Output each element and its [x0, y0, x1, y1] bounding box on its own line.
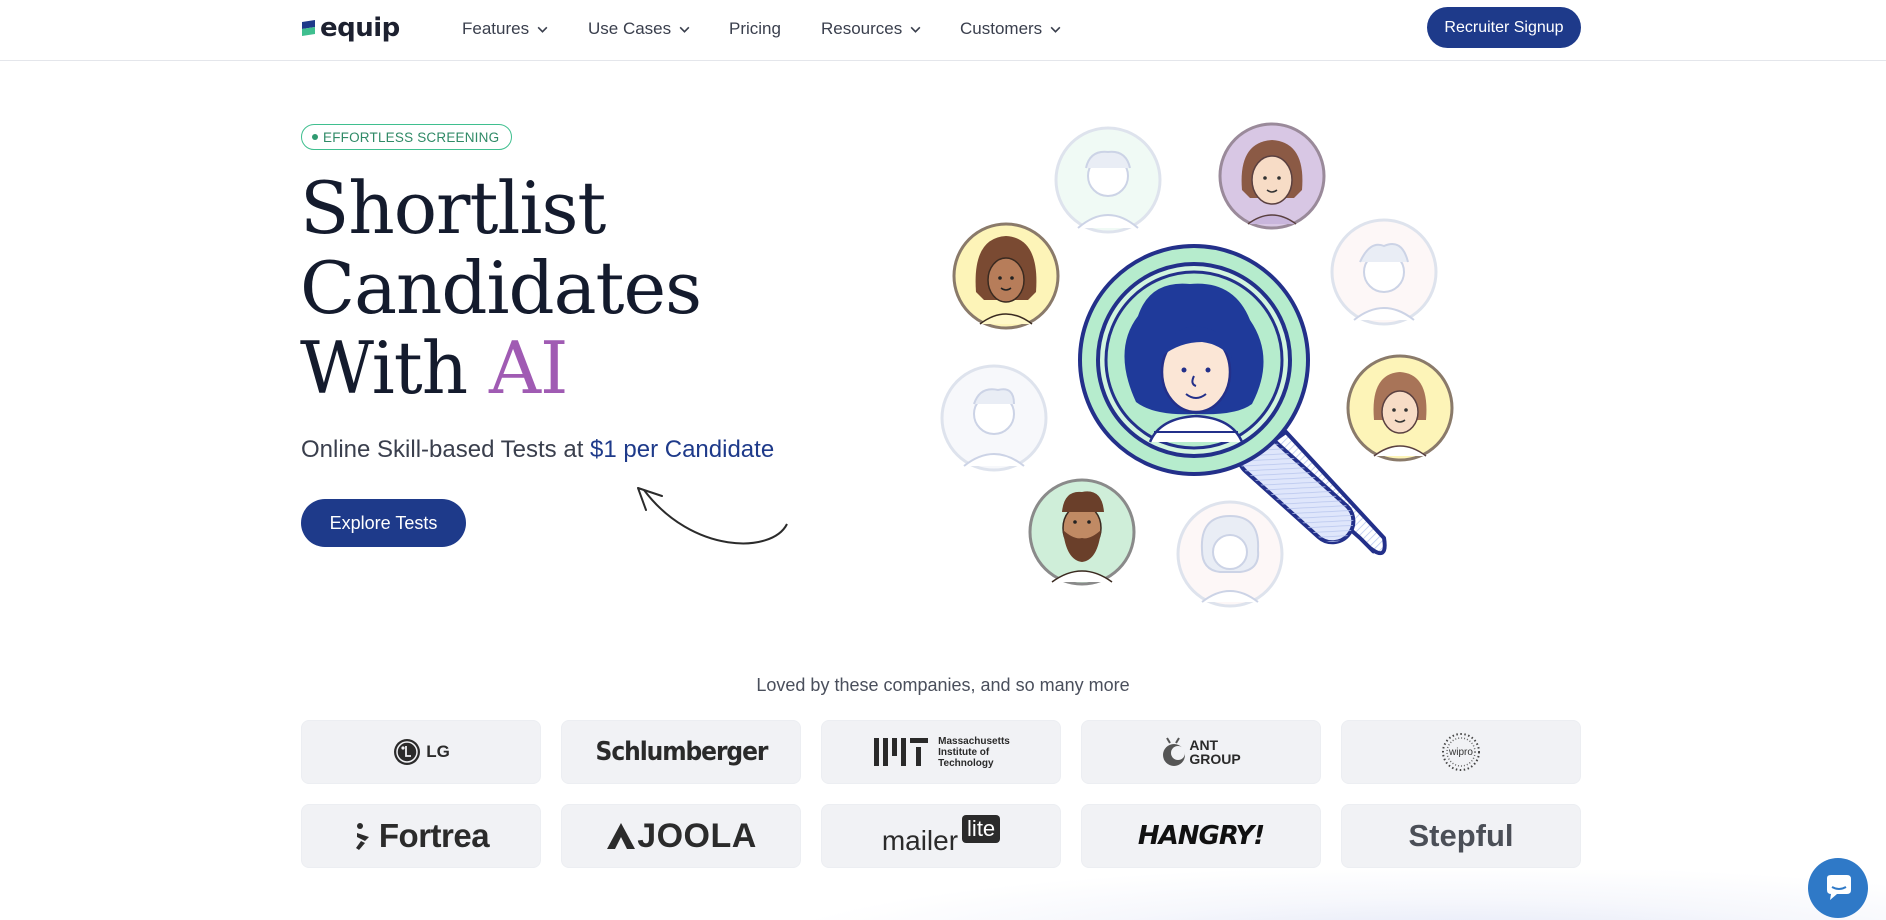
wipro-mark: wipro — [1440, 731, 1482, 773]
mit-line-3: Technology — [938, 757, 994, 769]
fortrea-mark-icon — [355, 823, 369, 850]
joola-mark-icon — [607, 823, 636, 849]
curved-arrow-icon — [637, 487, 788, 545]
mit-line-1: Massachusetts — [938, 735, 1010, 747]
avatar-man-beard — [1028, 478, 1136, 586]
logo-mailerlite: mailer lite — [821, 804, 1061, 868]
mailer-text: mailer — [881, 825, 959, 856]
hero-headline: Shortlist Candidates With AI — [300, 166, 702, 408]
logo-mark-icon — [301, 19, 317, 37]
avatar-faded-top — [1054, 126, 1162, 234]
nav-item-resources[interactable]: Resources — [821, 17, 960, 41]
lite-text: lite — [967, 816, 996, 841]
recruiter-signup-button[interactable]: Recruiter Signup — [1427, 7, 1581, 48]
nav-label: Features — [462, 19, 530, 38]
logo-mit: Massachusetts Institute of Technology — [821, 720, 1061, 784]
ant-text: ANT GROUP — [1189, 738, 1240, 766]
fortrea-text: Fortrea — [378, 817, 490, 854]
nav-item-features[interactable]: Features — [462, 17, 588, 41]
logo-fortrea: Fortrea — [301, 804, 541, 868]
avatar-faded-left — [940, 364, 1048, 472]
chat-bubble-icon — [1827, 875, 1851, 900]
mit-mark-icon — [874, 738, 929, 766]
badge-dot-icon — [312, 134, 318, 140]
logo-wipro: wipro — [1341, 720, 1581, 784]
nav-label: Use Cases — [588, 19, 672, 38]
nav-item-use-cases[interactable]: Use Cases — [588, 17, 729, 41]
badge-label: EFFORTLESS SCREENING — [323, 129, 500, 145]
avatar-faded-bottom — [1176, 500, 1284, 608]
avatar-woman-bob — [1346, 354, 1454, 462]
equip-logo[interactable]: equip — [301, 14, 400, 42]
logo-ant-group: ANT GROUP — [1081, 720, 1321, 784]
stepful-text: Stepful — [1408, 818, 1514, 853]
chevron-down-icon — [537, 26, 548, 33]
chat-launcher-button[interactable] — [1808, 858, 1868, 918]
avatar-woman-yellow — [952, 222, 1060, 330]
logo-joola: JOOLA — [561, 804, 801, 868]
hero-badge: EFFORTLESS SCREENING — [301, 124, 513, 150]
schlumberger-text: Schlumberger — [595, 737, 768, 767]
avatar-faded-right — [1330, 218, 1438, 326]
logos-title: Loved by these companies, and so many mo… — [756, 675, 1130, 695]
headline-accent: AI — [488, 326, 568, 410]
chevron-down-icon — [1050, 26, 1061, 33]
subline-price: $1 per Candidate — [590, 436, 775, 463]
hero-illustration — [940, 122, 1454, 608]
nav-label: Resources — [821, 19, 903, 38]
mit-text: Massachusetts Institute of Technology — [938, 736, 1010, 769]
chevron-down-icon — [910, 26, 921, 33]
subline-text: Online Skill-based Tests at — [301, 436, 591, 463]
main-menu: Features Use Cases Pricing Resources Cus… — [462, 17, 1070, 41]
headline-line-1: Shortlist — [300, 166, 606, 250]
headline-prefix: With — [300, 326, 489, 410]
logo-schlumberger: Schlumberger — [561, 720, 801, 784]
chevron-down-icon — [679, 26, 690, 33]
ant-line-2: GROUP — [1189, 751, 1241, 767]
avatar-woman-purple — [1218, 122, 1326, 230]
hero-subline: Online Skill-based Tests at $1 per Candi… — [301, 436, 774, 464]
explore-tests-button[interactable]: Explore Tests — [301, 499, 466, 547]
joola-text: JOOLA — [637, 816, 757, 855]
wipro-text: wipro — [1449, 746, 1473, 758]
top-nav: equip Features Use Cases Pricing Resourc… — [0, 0, 1886, 61]
headline-line-3: With AI — [300, 328, 701, 408]
lite-badge: lite — [962, 815, 1001, 843]
headline-line-2: Candidates — [300, 246, 702, 330]
nav-item-customers[interactable]: Customers — [960, 17, 1070, 41]
ant-line-1: ANT — [1189, 737, 1219, 753]
logo-stepful: Stepful — [1341, 804, 1581, 868]
nav-label: Pricing — [729, 19, 781, 38]
lg-mark-icon — [394, 739, 421, 765]
logo-text: equip — [320, 13, 400, 43]
lg-text: LG — [426, 742, 450, 761]
ant-mark-icon — [1163, 737, 1186, 766]
bottom-gradient — [800, 870, 1886, 920]
customer-logos: LG Schlumberger Massachusetts Institute … — [301, 720, 1581, 868]
logo-hangry: HANGRY! — [1081, 804, 1321, 868]
nav-item-pricing[interactable]: Pricing — [729, 17, 821, 41]
hangry-text: HANGRY! — [1137, 821, 1265, 851]
nav-label: Customers — [960, 19, 1043, 38]
logo-lg: LG — [301, 720, 541, 784]
mit-line-2: Institute of — [938, 746, 990, 758]
